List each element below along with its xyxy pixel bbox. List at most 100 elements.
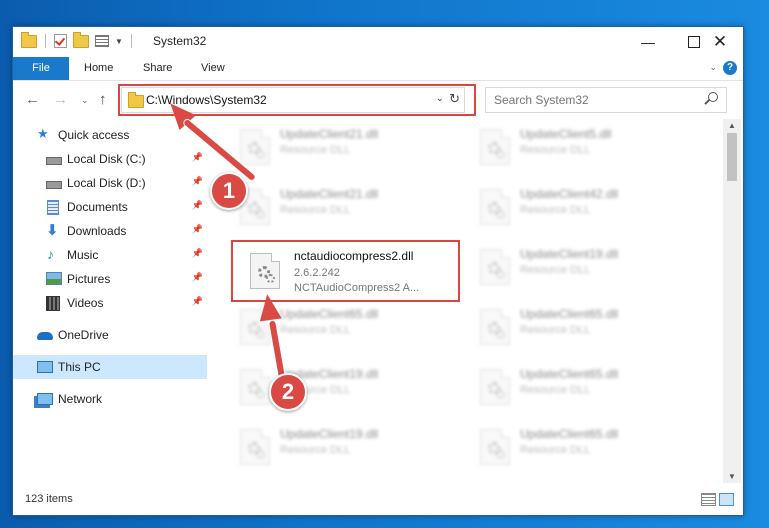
search-box[interactable] bbox=[485, 87, 727, 113]
onedrive-icon bbox=[37, 332, 53, 340]
back-arrow-icon[interactable]: ← bbox=[25, 91, 40, 108]
chevron-down-icon[interactable]: ▼ bbox=[115, 37, 123, 46]
scroll-down-icon[interactable]: ▼ bbox=[728, 472, 736, 481]
new-folder-icon[interactable] bbox=[73, 31, 89, 48]
sidebar-item-local-disk-d[interactable]: Local Disk (D:) 📌 bbox=[13, 171, 207, 195]
tab-share[interactable]: Share bbox=[143, 57, 172, 80]
file-item[interactable]: UpdateClient65.dll Resource DLL bbox=[474, 365, 694, 409]
pin-icon[interactable]: 📌 bbox=[192, 152, 203, 163]
file-item[interactable]: UpdateClient19.dll Resource DLL bbox=[234, 425, 454, 469]
sidebar-item-onedrive[interactable]: OneDrive bbox=[13, 323, 207, 347]
music-icon: ♪ bbox=[47, 246, 54, 262]
scroll-up-icon[interactable]: ▲ bbox=[728, 121, 736, 130]
pin-icon[interactable]: 📌 bbox=[192, 272, 203, 283]
file-item[interactable]: UpdateClient21.dll Resource DLL bbox=[234, 125, 454, 169]
file-item[interactable]: UpdateClient5.dll Resource DLL bbox=[474, 125, 694, 169]
tab-view[interactable]: View bbox=[201, 57, 225, 80]
item-count: 123 items bbox=[25, 493, 73, 505]
file-type: Resource DLL bbox=[520, 144, 591, 156]
large-icons-view-icon[interactable] bbox=[719, 493, 734, 506]
file-type: Resource DLL bbox=[280, 204, 351, 216]
file-name: UpdateClient65.dll bbox=[520, 427, 619, 441]
sidebar-item-this-pc[interactable]: This PC bbox=[13, 355, 207, 379]
file-item[interactable]: UpdateClient21.dll Resource DLL bbox=[234, 185, 454, 229]
pin-icon[interactable]: 📌 bbox=[192, 296, 203, 307]
file-item[interactable]: UpdateClient65.dll Resource DLL bbox=[474, 305, 694, 349]
help-icon[interactable]: ? bbox=[723, 61, 737, 75]
customize-view-icon[interactable] bbox=[95, 35, 109, 47]
expand-ribbon-icon[interactable]: ⌄ bbox=[709, 62, 717, 73]
properties-check-icon[interactable] bbox=[54, 34, 67, 48]
file-type: Resource DLL bbox=[520, 444, 591, 456]
dll-file-icon bbox=[240, 129, 270, 165]
window-title: System32 bbox=[153, 34, 207, 48]
sidebar-item-network[interactable]: Network bbox=[13, 387, 207, 411]
file-name: UpdateClient65.dll bbox=[520, 307, 619, 321]
file-name: UpdateClient65.dll bbox=[520, 367, 619, 381]
file-type: Resource DLL bbox=[520, 264, 591, 276]
folder-icon[interactable] bbox=[21, 31, 37, 48]
sidebar-item-downloads[interactable]: ⬇ Downloads 📌 bbox=[13, 219, 207, 243]
search-icon[interactable] bbox=[708, 92, 718, 102]
file-name: UpdateClient21.dll bbox=[280, 127, 379, 141]
status-bar: 123 items bbox=[13, 483, 743, 515]
star-icon: ★ bbox=[37, 126, 49, 141]
recent-locations-icon[interactable]: ⌄ bbox=[81, 95, 89, 106]
forward-arrow-icon[interactable]: → bbox=[53, 91, 68, 108]
close-icon: ✕ bbox=[712, 32, 728, 51]
file-item[interactable]: UpdateClient65.dll Resource DLL bbox=[474, 425, 694, 469]
documents-icon bbox=[47, 200, 59, 215]
sidebar-item-label: Music bbox=[67, 248, 99, 262]
step-badge-1: 1 bbox=[210, 172, 248, 210]
file-type: Resource DLL bbox=[280, 444, 351, 456]
sidebar-item-documents[interactable]: Documents 📌 bbox=[13, 195, 207, 219]
tab-file[interactable]: File bbox=[13, 57, 69, 80]
search-input[interactable] bbox=[486, 88, 696, 112]
pin-icon[interactable]: 📌 bbox=[192, 176, 203, 187]
tab-home[interactable]: Home bbox=[84, 57, 113, 80]
sidebar-item-videos[interactable]: Videos 📌 bbox=[13, 291, 207, 315]
file-name: UpdateClient19.dll bbox=[280, 427, 379, 441]
dll-file-icon bbox=[480, 309, 510, 345]
file-item[interactable]: UpdateClient42.dll Resource DLL bbox=[474, 185, 694, 229]
file-type: Resource DLL bbox=[280, 324, 351, 336]
dll-file-icon bbox=[480, 249, 510, 285]
dll-file-icon bbox=[480, 369, 510, 405]
dll-file-icon bbox=[480, 129, 510, 165]
network-icon bbox=[37, 393, 53, 405]
navigation-pane: ★ Quick access Local Disk (C:) 📌 Local D… bbox=[13, 119, 207, 483]
sidebar-item-music[interactable]: ♪ Music 📌 bbox=[13, 243, 207, 267]
sidebar-item-local-disk-c[interactable]: Local Disk (C:) 📌 bbox=[13, 147, 207, 171]
pictures-icon bbox=[46, 272, 62, 285]
details-view-icon[interactable] bbox=[701, 493, 716, 506]
file-type: Resource DLL bbox=[280, 144, 351, 156]
sidebar-item-label: OneDrive bbox=[58, 328, 109, 342]
sidebar-item-label: Videos bbox=[67, 296, 104, 310]
up-arrow-icon[interactable]: ↑ bbox=[99, 91, 107, 108]
title-bar: ▼ System32 — ✕ bbox=[13, 27, 743, 57]
file-type: Resource DLL bbox=[520, 324, 591, 336]
close-button[interactable]: ✕ bbox=[697, 27, 743, 57]
videos-icon bbox=[46, 296, 60, 311]
quick-access-toolbar: ▼ bbox=[21, 31, 134, 48]
dll-file-icon bbox=[240, 369, 270, 405]
sidebar-item-label: Downloads bbox=[67, 224, 127, 238]
vertical-scrollbar[interactable]: ▲ ▼ bbox=[723, 119, 741, 483]
file-highlight bbox=[231, 240, 460, 302]
scrollbar-thumb[interactable] bbox=[727, 133, 737, 181]
sidebar-item-pictures[interactable]: Pictures 📌 bbox=[13, 267, 207, 291]
file-type: Resource DLL bbox=[520, 204, 591, 216]
this-pc-icon bbox=[37, 361, 53, 373]
file-name: UpdateClient5.dll bbox=[520, 127, 612, 141]
pin-icon[interactable]: 📌 bbox=[192, 200, 203, 211]
pin-icon[interactable]: 📌 bbox=[192, 248, 203, 259]
file-item[interactable]: UpdateClient19.dll Resource DLL bbox=[474, 245, 694, 289]
file-type: Resource DLL bbox=[520, 384, 591, 396]
file-name: UpdateClient42.dll bbox=[520, 187, 619, 201]
toolbar-divider bbox=[130, 34, 132, 48]
file-item[interactable]: UpdateClient19.dll Resource DLL bbox=[234, 365, 454, 409]
pin-icon[interactable]: 📌 bbox=[192, 224, 203, 235]
minimize-button[interactable]: — bbox=[625, 27, 671, 57]
sidebar-item-label: Pictures bbox=[67, 272, 111, 286]
dll-file-icon bbox=[480, 429, 510, 465]
